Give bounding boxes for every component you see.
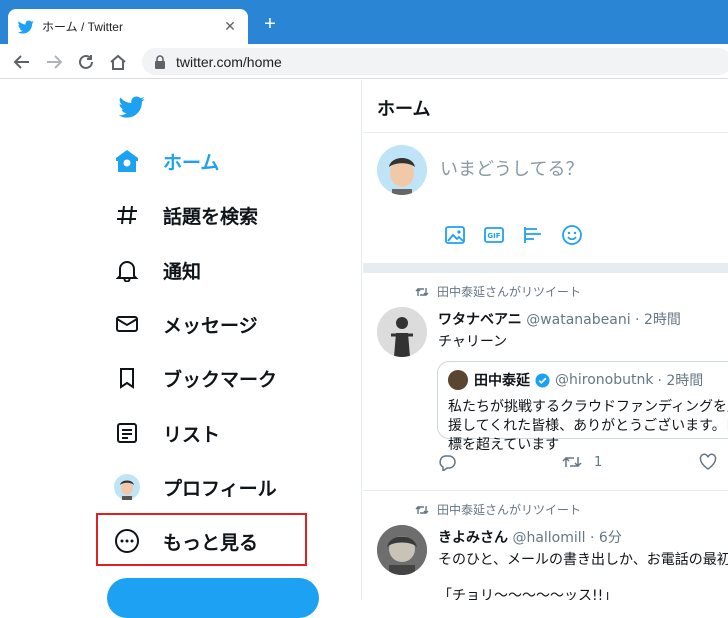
sidebar-item-label: リスト [163,423,221,446]
reload-icon[interactable] [74,50,98,74]
new-tab-button[interactable]: + [258,12,282,36]
twitter-logo-icon[interactable] [117,94,147,120]
tweet-actions: 1 [438,453,717,471]
sidebar-item-profile[interactable]: プロフィール [113,467,277,507]
quoted-tweet-header: 田中泰延 @hironobutnk · 2時間 [448,370,703,390]
divider [363,263,728,273]
bell-icon [113,256,141,284]
sidebar-item-label: ホーム [163,151,220,174]
sidebar-item-explore[interactable]: 話題を検索 [113,195,258,235]
forward-arrow-icon[interactable] [42,50,66,74]
url-text: twitter.com/home [176,53,282,70]
sidebar-item-more[interactable]: もっと見る [113,521,258,561]
avatar[interactable] [377,307,427,357]
sidebar-item-label: 話題を検索 [163,205,259,228]
more-circle-icon [113,527,141,555]
retweet-context: 田中泰延さんがリツイート [415,283,581,300]
bookmark-icon [113,364,141,392]
compose-toolbar: GIF [437,221,593,249]
sidebar-item-label: ブックマーク [163,368,278,391]
tweet-header: きよみさん @hallomill · 6分 [438,527,622,547]
heart-icon[interactable] [699,453,717,471]
retweet-icon[interactable] [562,454,582,470]
sidebar-item-lists[interactable]: リスト [113,413,220,453]
tweet-text: チャリーン [438,334,508,350]
tweet-text: そのひと、メールの書き出しか、お電話の最初に [438,552,728,568]
envelope-icon [113,310,141,338]
home-icon [113,147,141,175]
retweet-context: 田中泰延さんがリツイート [415,501,581,518]
twitter-bird-icon [18,20,34,34]
list-icon [113,419,141,447]
page-title: ホーム [363,80,728,133]
quoted-time: · 2時間 [657,373,704,389]
tweet[interactable]: 田中泰延さんがリツイート ワタナベアニ @watanabeani · 2時間 チ… [363,273,728,491]
tweet-author-name[interactable]: ワタナベアニ [438,312,522,328]
quoted-tweet[interactable]: 田中泰延 @hironobutnk · 2時間 私たちが挑戦するクラウドファンデ… [437,361,728,453]
retweet-icon [415,287,429,296]
tweet-handle[interactable]: @watanabeani [526,312,630,328]
compose-input[interactable]: いまどうしてる？ [440,155,583,181]
tweet-time[interactable]: · 2時間 [635,312,681,328]
reply-icon[interactable] [438,453,456,471]
sidebar-item-label: メッセージ [163,314,258,337]
sidebar-item-notifications[interactable]: 通知 [113,250,201,290]
poll-icon[interactable] [515,221,551,249]
avatar-icon [113,473,141,501]
emoji-icon[interactable] [554,221,590,249]
hashtag-icon [113,201,141,229]
sidebar-item-label: 通知 [163,260,202,283]
quoted-handle: @hironobutnk [555,372,654,388]
avatar [448,370,468,390]
retweet-context-text: 田中泰延さんがリツイート [437,503,582,517]
tab-title: ホーム / Twitter [42,20,123,34]
browser-tab[interactable]: ホーム / Twitter ✕ [8,9,248,44]
retweet-count: 1 [594,454,603,470]
browser-tab-bar: ホーム / Twitter ✕ + [0,0,728,44]
tweet-handle[interactable]: @hallomill [512,530,585,546]
address-bar-row: twitter.com/home [0,44,728,79]
avatar[interactable] [377,145,427,195]
gif-icon[interactable]: GIF [476,221,512,249]
back-arrow-icon[interactable] [10,50,34,74]
compose-box: いまどうしてる？ GIF [363,133,728,263]
tweet-text-line: 「チョリ〜〜〜〜〜ッス!!」 [438,588,618,600]
sidebar-item-label: もっと見る [163,531,259,554]
tweet-header: ワタナベアニ @watanabeani · 2時間 [438,309,681,329]
quoted-text: 私たちが挑戦するクラウドファンディングを応援してくれた皆様、ありがとうございます… [448,399,728,453]
sidebar: ホーム 話題を検索 通知 メッセージ ブックマーク リスト プロフィール もっと… [0,80,362,618]
sidebar-item-label: プロフィール [163,477,277,500]
retweet-icon [415,505,429,514]
home-browser-icon[interactable] [106,50,130,74]
tweet[interactable]: 田中泰延さんがリツイート きよみさん @hallomill · 6分 そのひと、… [363,491,728,600]
verified-badge-icon [535,372,550,388]
tweet-author-name[interactable]: きよみさん [438,530,508,546]
sidebar-item-bookmarks[interactable]: ブックマーク [113,358,277,398]
quoted-author-name: 田中泰延 [474,373,530,389]
avatar[interactable] [377,525,427,575]
tab-close-icon[interactable]: ✕ [222,19,238,35]
tweet-time[interactable]: · 6分 [590,530,622,546]
sidebar-item-messages[interactable]: メッセージ [113,304,258,344]
svg-text:GIF: GIF [487,232,500,240]
sidebar-item-home[interactable]: ホーム [113,141,219,181]
url-field[interactable]: twitter.com/home [142,48,728,75]
timeline: ホーム いまどうしてる？ GIF 田中泰延さんがリツイート ワタナベアニ @wa… [363,80,728,600]
retweet-context-text: 田中泰延さんがリツイート [437,285,582,299]
tweet-button[interactable] [107,578,319,618]
lock-icon [155,54,165,69]
image-icon[interactable] [437,221,473,249]
